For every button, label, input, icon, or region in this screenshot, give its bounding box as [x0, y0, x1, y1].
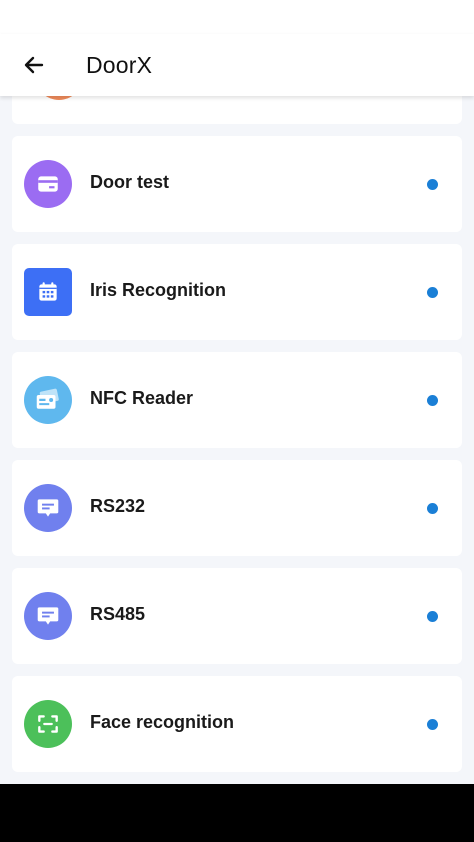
status-bar	[0, 0, 474, 34]
face-scan-icon	[24, 700, 72, 748]
calendar-icon	[24, 268, 72, 316]
list-item-door-test[interactable]: Door test	[12, 136, 462, 232]
item-label: Door test	[90, 172, 170, 192]
list-item-iris-recognition[interactable]: Iris Recognition	[12, 244, 462, 340]
list-item-rs485[interactable]: RS485	[12, 568, 462, 664]
back-button[interactable]	[18, 49, 50, 81]
status-dot	[427, 395, 438, 406]
chat-icon	[24, 484, 72, 532]
back-arrow-icon	[24, 56, 44, 74]
list-item-rs232[interactable]: RS232	[12, 460, 462, 556]
item-label: Iris Recognition	[90, 280, 227, 300]
list-item-nfc-reader[interactable]: NFC Reader	[12, 352, 462, 448]
item-label: RS485	[90, 604, 146, 624]
item-label: NFC Reader	[90, 388, 194, 408]
system-nav-bar	[0, 784, 474, 842]
card-icon	[24, 160, 72, 208]
status-dot	[427, 719, 438, 730]
id-card-icon	[24, 376, 72, 424]
list-item-face-recognition[interactable]: Face recognition	[12, 676, 462, 772]
list-item-partial[interactable]	[12, 96, 462, 124]
item-label: Face recognition	[90, 712, 235, 732]
partial-item-icon	[35, 96, 83, 100]
status-dot	[427, 287, 438, 298]
item-label: RS232	[90, 496, 146, 516]
page-title: DoorX	[86, 52, 153, 78]
chat-icon	[24, 592, 72, 640]
feature-list[interactable]: Door test Iris Recognition NFC Reader RS…	[0, 96, 474, 784]
status-dot	[427, 503, 438, 514]
status-dot	[427, 611, 438, 622]
app-bar: DoorX	[0, 34, 474, 96]
status-dot	[427, 179, 438, 190]
